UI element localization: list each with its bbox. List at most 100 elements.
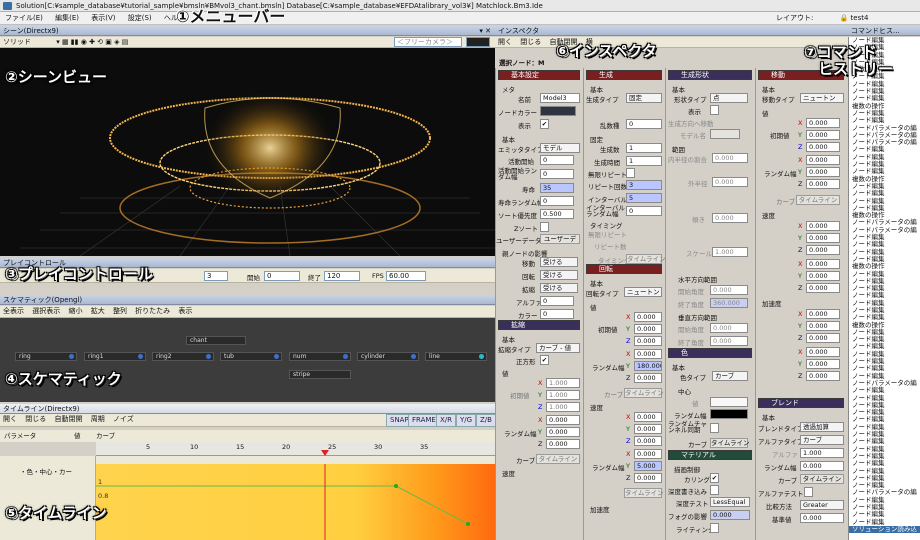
tl-noise-button[interactable]: ノイズ <box>110 414 137 425</box>
nodecolor-swatch[interactable] <box>540 106 576 116</box>
v-start-input[interactable]: 0.000 <box>710 323 748 333</box>
section-rotation[interactable]: 回転 <box>586 264 662 274</box>
schem-zoom-out-button[interactable]: 縮小 <box>65 306 85 317</box>
section-basic-settings[interactable]: 基本設定 <box>498 70 580 80</box>
rot-speed-init-z-input[interactable]: 0.000 <box>634 436 662 446</box>
blend-curve-timeline-button[interactable]: タイムライン <box>800 474 844 484</box>
alpha-input[interactable]: 0 <box>540 296 574 306</box>
color-value-swatch[interactable] <box>710 397 748 407</box>
blend-type-select[interactable]: 透過加算 <box>800 422 844 432</box>
v-end-input[interactable]: 0.000 <box>710 336 748 346</box>
interval-input[interactable]: 5 <box>626 193 662 203</box>
schem-node[interactable]: tub <box>220 352 282 361</box>
scale-type-select[interactable]: カーブ - 値 <box>536 343 580 353</box>
color-rand-swatch[interactable] <box>710 409 748 419</box>
scene-viewport[interactable]: ②シーンビュー <box>0 48 495 256</box>
active-rand-input[interactable]: 0 <box>540 169 574 179</box>
layout-name[interactable]: test4 <box>851 14 869 22</box>
schem-node[interactable]: line <box>425 352 487 361</box>
fog-input[interactable]: 0.000 <box>710 510 750 520</box>
lighting-checkbox[interactable] <box>710 523 719 533</box>
tl-yg-button[interactable]: Y/G <box>456 414 477 427</box>
color-input[interactable]: 0 <box>540 309 574 319</box>
rot-speed-init-x-input[interactable]: 0.000 <box>634 412 662 422</box>
schem-zoom-in-button[interactable]: 拡大 <box>88 306 108 317</box>
render-mode-select[interactable]: ソリッド <box>0 37 34 47</box>
schem-align-button[interactable]: 整列 <box>110 306 130 317</box>
curve-timeline-button[interactable]: タイムライン <box>536 454 580 464</box>
radius-input[interactable]: 0.000 <box>712 177 748 187</box>
emitter-select[interactable]: モデル <box>540 143 580 153</box>
tl-keyframe[interactable] <box>466 522 470 526</box>
tl-open-button[interactable]: 開く <box>0 414 20 425</box>
speed-rand-z-input[interactable]: 0.000 <box>806 283 840 293</box>
schem-display-button[interactable]: 表示 <box>175 306 195 317</box>
tilt-input[interactable]: 0.000 <box>712 213 748 223</box>
move-rand-y-input[interactable]: 0.000 <box>806 167 840 177</box>
insp-close-button[interactable]: 閉じる <box>517 37 544 47</box>
name-input[interactable]: Model3 <box>540 93 580 103</box>
schem-node-root[interactable]: chant <box>186 336 246 345</box>
blend-alpha-input[interactable]: 1.000 <box>800 448 844 458</box>
history-list[interactable]: ノード編集 ノード編集 ノード編集 ノード編集 複数の操作 ノード編集 ノード編集 ノード編集… <box>848 37 920 540</box>
schem-node[interactable]: ring <box>15 352 77 361</box>
alpha-type-select[interactable]: カーブ <box>800 435 844 445</box>
move-init-y-input[interactable]: 0.000 <box>806 130 840 140</box>
seed-input[interactable]: 0 <box>626 119 662 129</box>
fps-select[interactable]: 60.00 <box>386 271 426 281</box>
timing-timeline-button[interactable]: タイムライン <box>626 254 665 264</box>
gen-time-input[interactable]: 1 <box>626 156 662 166</box>
schematic-canvas[interactable]: chant ring ring1 ring2 tub num cylinder … <box>0 332 495 402</box>
menu-settings[interactable]: 設定(S) <box>123 12 157 25</box>
sort-input[interactable]: 0.500 <box>540 209 574 219</box>
move-rand-z-input[interactable]: 0.000 <box>806 179 840 189</box>
camera-select[interactable]: ＜フリーカメラ＞ <box>394 37 462 47</box>
color-type-select[interactable]: カーブ <box>712 371 748 381</box>
init-y-input[interactable]: 1.000 <box>546 390 580 400</box>
accel-rand-y-input[interactable]: 0.000 <box>806 359 840 369</box>
compare-select[interactable]: Greater <box>800 500 844 510</box>
parent-move-select[interactable]: 受ける <box>540 257 578 267</box>
alphatest-checkbox[interactable] <box>804 487 813 497</box>
gen-type-select[interactable]: 固定 <box>626 93 662 103</box>
section-scale[interactable]: 拡縮 <box>498 320 580 330</box>
tl-keyframe[interactable] <box>394 484 398 488</box>
in-ratio-input[interactable]: 0.000 <box>712 153 748 163</box>
section-generate[interactable]: 生成 <box>586 70 662 80</box>
blend-rand-input[interactable]: 0.000 <box>800 461 844 471</box>
life-rand-input[interactable]: 0 <box>540 196 574 206</box>
rot-rand-z-input[interactable]: 0.000 <box>634 373 662 383</box>
rand-y-input[interactable]: 0.000 <box>546 427 580 437</box>
life-input[interactable]: 35 <box>540 183 574 193</box>
init-x-input[interactable]: 1.000 <box>546 378 580 388</box>
tl-track-label[interactable]: ・色・中心・カー <box>20 466 72 476</box>
shape-display-checkbox[interactable] <box>710 105 719 115</box>
tl-zb-button[interactable]: Z/B <box>476 414 496 427</box>
h-start-input[interactable]: 0.000 <box>710 285 748 295</box>
scene-bgcolor-swatch[interactable] <box>466 37 490 47</box>
gen-count-input[interactable]: 1 <box>626 143 662 153</box>
rot-rand-x-input[interactable]: 0.000 <box>634 349 662 359</box>
move-init-x-input[interactable]: 0.000 <box>806 118 840 128</box>
rot-speed-timeline-button[interactable]: タイムライン <box>624 488 664 498</box>
rot-speed-rand-x-input[interactable]: 0.000 <box>634 449 662 459</box>
rot-type-select[interactable]: ニュートン <box>624 287 662 297</box>
tl-close-button[interactable]: 閉じる <box>22 414 49 425</box>
depth-test-select[interactable]: LessEqual <box>710 497 750 507</box>
move-init-z-input[interactable]: 0.000 <box>806 142 840 152</box>
frame-field[interactable]: 3 <box>204 271 228 281</box>
insp-open-button[interactable]: 開く <box>495 37 515 47</box>
panel-pin-icon[interactable]: ▾ ✕ <box>479 26 491 35</box>
speed-init-y-input[interactable]: 0.000 <box>806 233 840 243</box>
repeat-input[interactable]: 3 <box>626 180 662 190</box>
speed-init-x-input[interactable]: 0.000 <box>806 221 840 231</box>
depth-write-checkbox[interactable] <box>710 485 719 495</box>
tl-auto-button[interactable]: 自動閉開 <box>51 414 85 425</box>
section-color[interactable]: 色 <box>668 348 752 358</box>
rot-curve-timeline-button[interactable]: タイムライン <box>624 388 664 398</box>
model-name-input[interactable] <box>710 129 740 139</box>
culling-checkbox[interactable]: ✔ <box>710 473 719 483</box>
timeline-curve-area[interactable]: 1 0.8 <box>96 464 495 540</box>
rot-speed-rand-y-input[interactable]: 5.000 <box>634 461 662 471</box>
schem-node[interactable]: ring2 <box>152 352 214 361</box>
